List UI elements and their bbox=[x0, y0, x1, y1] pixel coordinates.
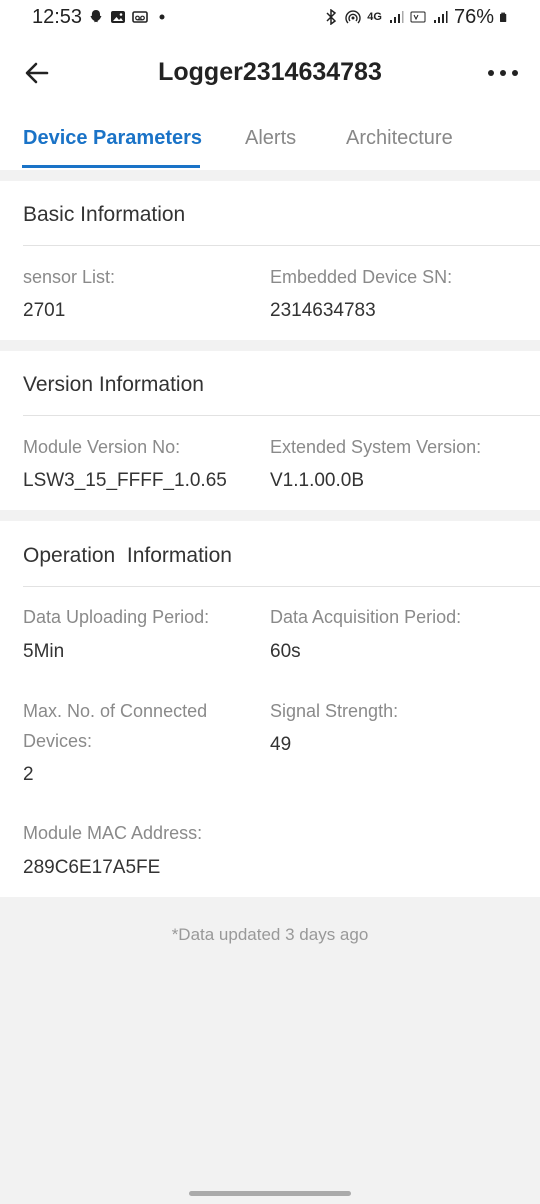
snapchat-icon bbox=[90, 10, 102, 23]
operation-information-section: Operation Information Data Uploading Per… bbox=[0, 521, 540, 897]
more-dot-icon bbox=[512, 70, 518, 76]
status-time: 12:53 bbox=[32, 5, 83, 28]
max-devices-label-cont: Devices: bbox=[23, 731, 93, 751]
active-tab-indicator bbox=[22, 165, 200, 168]
mac-address-label: Module MAC Address: bbox=[23, 823, 203, 843]
module-version-value: LSW3_15_FFFF_1.0.65 bbox=[23, 470, 227, 491]
upload-period-value: 5Min bbox=[23, 641, 65, 662]
app-header: Logger2314634783 bbox=[0, 34, 540, 112]
mac-address-value: 289C6E17A5FE bbox=[23, 857, 161, 878]
battery-icon bbox=[500, 12, 507, 22]
status-right: 4G 76% bbox=[323, 6, 510, 29]
gallery-icon bbox=[111, 11, 126, 23]
signal-strength-value: 49 bbox=[270, 734, 292, 755]
max-devices-value: 2 bbox=[23, 764, 34, 785]
data-updated-note: *Data updated 3 days ago bbox=[171, 925, 369, 944]
bluetooth-icon bbox=[326, 9, 337, 25]
signal-icon bbox=[389, 11, 404, 23]
embedded-sn-value: 2314634783 bbox=[270, 300, 376, 321]
network-type-label: 4G bbox=[367, 11, 382, 23]
sensor-list-value: 2701 bbox=[23, 300, 66, 321]
max-devices-label: Max. No. of Connected bbox=[23, 701, 208, 721]
extended-version-label: Extended System Version: bbox=[270, 437, 482, 457]
acquisition-period-value: 60s bbox=[270, 641, 301, 662]
divider bbox=[23, 415, 540, 416]
notification-dot-icon bbox=[159, 14, 165, 20]
module-version-label: Module Version No: bbox=[23, 437, 181, 457]
tab-alerts[interactable]: Alerts bbox=[245, 127, 296, 150]
voicemail-icon bbox=[132, 11, 148, 23]
home-indicator[interactable] bbox=[189, 1191, 351, 1196]
embedded-sn-label: Embedded Device SN: bbox=[270, 267, 453, 287]
divider bbox=[23, 586, 540, 587]
upload-period-label: Data Uploading Period: bbox=[23, 607, 210, 627]
section-title-version: Version Information bbox=[23, 373, 204, 396]
status-left: 12:53 bbox=[32, 6, 170, 29]
tab-architecture[interactable]: Architecture bbox=[346, 127, 453, 150]
basic-information-section: Basic Information sensor List: 2701 Embe… bbox=[0, 181, 540, 340]
more-dot-icon bbox=[488, 70, 494, 76]
section-title-operation: Operation Information bbox=[23, 544, 232, 567]
acquisition-period-label: Data Acquisition Period: bbox=[270, 607, 462, 627]
extended-version-value: V1.1.00.0B bbox=[270, 470, 365, 491]
battery-percentage: 76% bbox=[453, 5, 494, 28]
hotspot-icon bbox=[345, 10, 361, 24]
tab-device-parameters[interactable]: Device Parameters bbox=[23, 127, 202, 150]
signal-2-icon bbox=[433, 11, 448, 23]
page-title: Logger2314634783 bbox=[158, 58, 382, 86]
tab-bar: Device Parameters Alerts Architecture bbox=[0, 112, 540, 170]
version-information-section: Version Information Module Version No: L… bbox=[0, 351, 540, 510]
more-dot-icon bbox=[500, 70, 506, 76]
signal-strength-label: Signal Strength: bbox=[270, 701, 399, 721]
more-options-button[interactable] bbox=[488, 58, 518, 88]
volte-icon bbox=[410, 11, 426, 23]
status-bar: 12:53 4G 76% bbox=[0, 0, 540, 34]
sensor-list-label: sensor List: bbox=[23, 267, 116, 287]
section-title-basic: Basic Information bbox=[23, 203, 186, 226]
divider bbox=[23, 245, 540, 246]
